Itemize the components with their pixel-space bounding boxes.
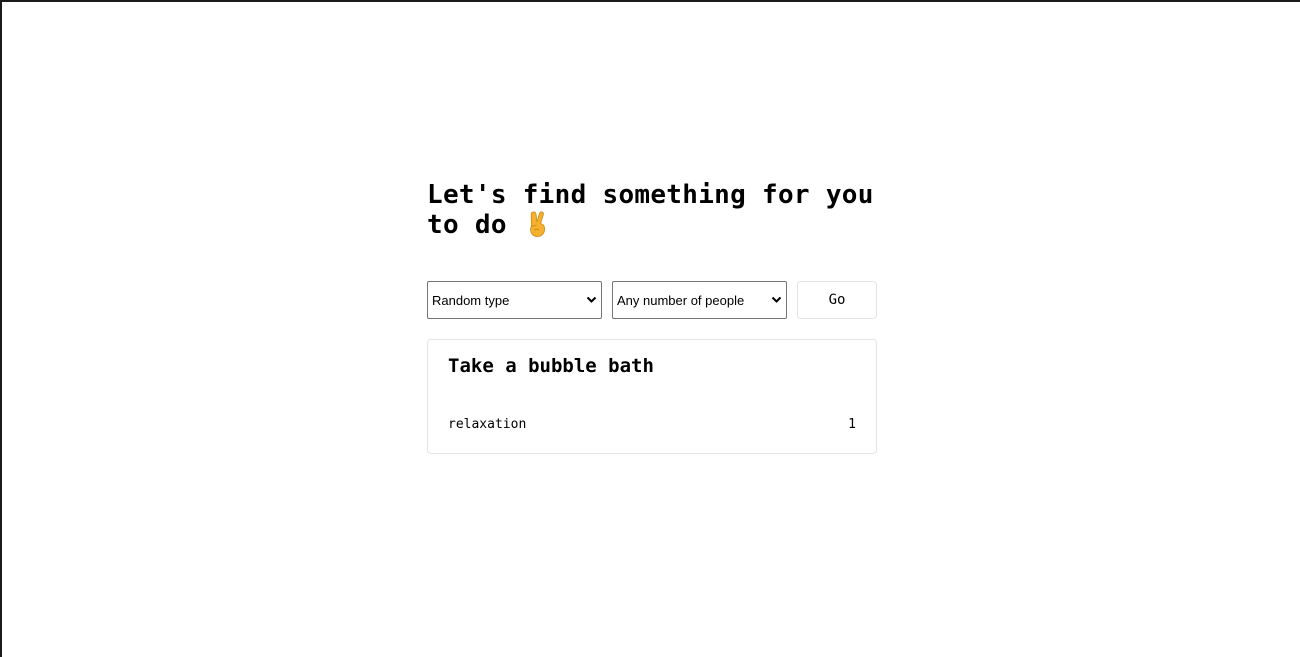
page-title-text: Let's find something for you to do	[427, 180, 874, 240]
activity-participants-count: 1	[848, 417, 856, 432]
activity-type-label: relaxation	[448, 417, 527, 432]
page-title: Let's find something for you to do	[427, 180, 877, 240]
window-top-border	[0, 0, 1300, 2]
victory-hand-icon	[525, 210, 551, 238]
activity-title: Take a bubble bath	[448, 355, 654, 377]
activity-type-select-wrapper: Random type	[427, 281, 602, 319]
filter-controls: Random type Any number of people Go	[427, 281, 877, 319]
go-button[interactable]: Go	[797, 281, 877, 319]
window-left-border	[0, 0, 2, 657]
participants-select[interactable]: Any number of people	[613, 282, 786, 318]
activity-type-select[interactable]: Random type	[428, 282, 601, 318]
activity-card: Take a bubble bath relaxation 1	[427, 339, 877, 454]
participants-select-wrapper: Any number of people	[612, 281, 787, 319]
activity-meta: relaxation 1	[448, 417, 856, 433]
main-container: Let's find something for you to do Rando…	[427, 180, 877, 454]
